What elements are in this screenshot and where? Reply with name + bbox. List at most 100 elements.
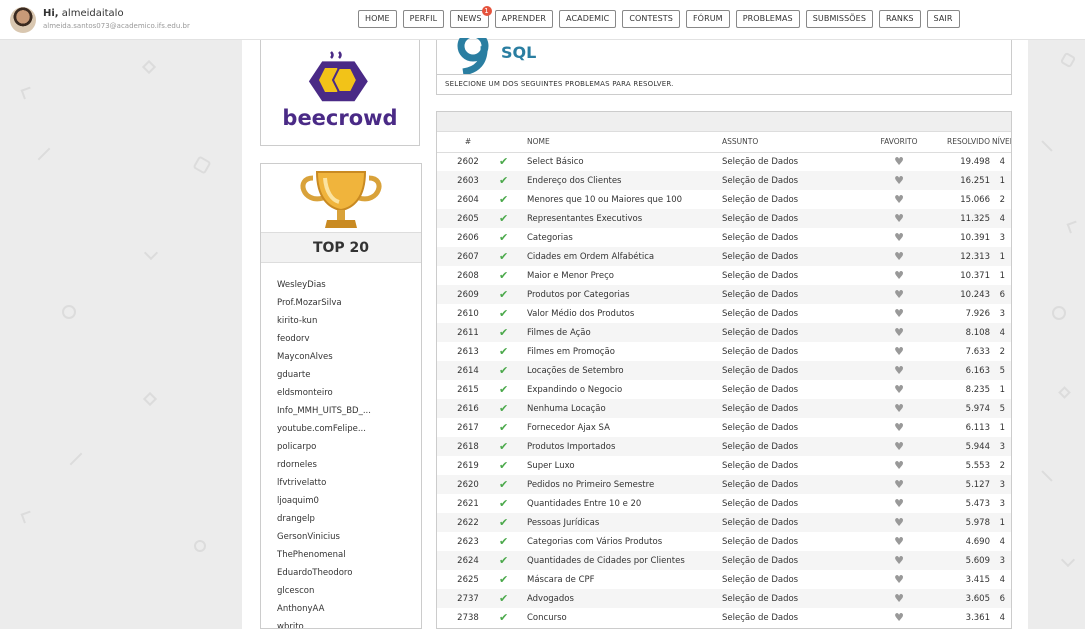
nav-news-button[interactable]: NEWS 1: [450, 6, 492, 28]
table-row[interactable]: 2606 ✔ Categorias Seleção de Dados ♥ 10.391 3: [437, 228, 1011, 247]
problem-id[interactable]: 2602: [437, 152, 499, 171]
heart-icon-glyph[interactable]: ♥: [894, 231, 904, 244]
problem-name-link[interactable]: Produtos por Categorias: [525, 285, 722, 304]
table-row[interactable]: 2610 ✔ Valor Médio dos Produtos Seleção de …: [437, 304, 1011, 323]
heart-icon-glyph[interactable]: ♥: [894, 193, 904, 206]
heart-icon[interactable]: ♥: [864, 589, 934, 608]
table-row[interactable]: 2608 ✔ Maior e Menor Preço Seleção de Dados…: [437, 266, 1011, 285]
problem-id[interactable]: 2619: [437, 456, 499, 475]
heart-icon[interactable]: ♥: [864, 266, 934, 285]
problem-name-link[interactable]: Locações de Setembro: [525, 361, 722, 380]
ranking-user-link[interactable]: kirito-kun: [277, 312, 371, 330]
heart-icon[interactable]: ♥: [864, 228, 934, 247]
heart-icon-glyph[interactable]: ♥: [894, 440, 904, 453]
col-header-solved[interactable]: RESOLVIDO: [934, 132, 992, 153]
heart-icon-glyph[interactable]: ♥: [894, 250, 904, 263]
problem-id[interactable]: 2622: [437, 513, 499, 532]
table-row[interactable]: 2607 ✔ Cidades em Ordem Alfabética Seleção …: [437, 247, 1011, 266]
problem-name-link[interactable]: Quantidades Entre 10 e 20: [525, 494, 722, 513]
problem-id[interactable]: 2604: [437, 190, 499, 209]
ranking-user-link[interactable]: AnthonyAA: [277, 600, 371, 618]
problem-name-link[interactable]: Categorias com Vários Produtos: [525, 532, 722, 551]
heart-icon-glyph[interactable]: ♥: [894, 307, 904, 320]
heart-icon[interactable]: ♥: [864, 323, 934, 342]
heart-icon-glyph[interactable]: ♥: [894, 288, 904, 301]
ranking-user-link[interactable]: glcescon: [277, 582, 371, 600]
table-row[interactable]: 2618 ✔ Produtos Importados Seleção de Dados…: [437, 437, 1011, 456]
col-header-subject[interactable]: ASSUNTO: [722, 132, 864, 153]
heart-icon[interactable]: ♥: [864, 152, 934, 171]
problem-id[interactable]: 2606: [437, 228, 499, 247]
heart-icon-glyph[interactable]: ♥: [894, 402, 904, 415]
table-row[interactable]: 2604 ✔ Menores que 10 ou Maiores que 100 Se…: [437, 190, 1011, 209]
heart-icon[interactable]: ♥: [864, 532, 934, 551]
heart-icon-glyph[interactable]: ♥: [894, 478, 904, 491]
problem-name-link[interactable]: Categorias: [525, 228, 722, 247]
problem-id[interactable]: 2621: [437, 494, 499, 513]
nav-submissoes-button[interactable]: SUBMISSÕES: [805, 10, 874, 28]
problem-id[interactable]: 2620: [437, 475, 499, 494]
heart-icon-glyph[interactable]: ♥: [894, 269, 904, 282]
problem-id[interactable]: 2613: [437, 342, 499, 361]
ranking-user-link[interactable]: ljoaquim0: [277, 492, 371, 510]
table-row[interactable]: 2738 ✔ Concurso Seleção de Dados ♥ 3.361 4: [437, 608, 1011, 627]
problem-name-link[interactable]: Produtos Importados: [525, 437, 722, 456]
ranking-user-link[interactable]: lfvtrivelatto: [277, 474, 371, 492]
col-header-favorite[interactable]: FAVORITO: [864, 132, 934, 153]
ranking-user-link[interactable]: GersonVinicius: [277, 528, 371, 546]
heart-icon[interactable]: ♥: [864, 475, 934, 494]
ranking-user-link[interactable]: rdorneles: [277, 456, 371, 474]
ranking-user-link[interactable]: gduarte: [277, 366, 371, 384]
problem-id[interactable]: 2614: [437, 361, 499, 380]
table-row[interactable]: 2621 ✔ Quantidades Entre 10 e 20 Seleção de…: [437, 494, 1011, 513]
problem-name-link[interactable]: Representantes Executivos: [525, 209, 722, 228]
problem-id[interactable]: 2611: [437, 323, 499, 342]
table-row[interactable]: 2611 ✔ Filmes de Ação Seleção de Dados ♥ 8.10…: [437, 323, 1011, 342]
nav-home-button[interactable]: HOME: [358, 10, 397, 28]
heart-icon[interactable]: ♥: [864, 456, 934, 475]
problem-name-link[interactable]: Máscara de CPF: [525, 570, 722, 589]
heart-icon[interactable]: ♥: [864, 361, 934, 380]
table-row[interactable]: 2617 ✔ Fornecedor Ajax SA Seleção de Dados ♥…: [437, 418, 1011, 437]
problem-id[interactable]: 2618: [437, 437, 499, 456]
table-row[interactable]: 2609 ✔ Produtos por Categorias Seleção de D…: [437, 285, 1011, 304]
ranking-user-link[interactable]: youtube.comFelipe...: [277, 420, 371, 438]
heart-icon[interactable]: ♥: [864, 399, 934, 418]
table-row[interactable]: 2603 ✔ Endereço dos Clientes Seleção de Dad…: [437, 171, 1011, 190]
problem-id[interactable]: 2615: [437, 380, 499, 399]
ranking-user-link[interactable]: Prof.MozarSilva: [277, 294, 371, 312]
heart-icon[interactable]: ♥: [864, 209, 934, 228]
problem-name-link[interactable]: Super Luxo: [525, 456, 722, 475]
logo-card[interactable]: beecrowd: [260, 40, 420, 146]
nav-sair-button[interactable]: SAIR: [926, 10, 960, 28]
heart-icon-glyph[interactable]: ♥: [894, 212, 904, 225]
problem-id[interactable]: 2607: [437, 247, 499, 266]
problem-id[interactable]: 2609: [437, 285, 499, 304]
nav-ranks-button[interactable]: RANKS: [879, 10, 921, 28]
problem-id[interactable]: 2610: [437, 304, 499, 323]
heart-icon[interactable]: ♥: [864, 285, 934, 304]
username[interactable]: almeidaitalo: [62, 8, 124, 19]
table-row[interactable]: 2620 ✔ Pedidos no Primeiro Semestre Seleção…: [437, 475, 1011, 494]
problem-id[interactable]: 2625: [437, 570, 499, 589]
table-row[interactable]: 2737 ✔ Advogados Seleção de Dados ♥ 3.605 6: [437, 589, 1011, 608]
problem-name-link[interactable]: Filmes em Promoção: [525, 342, 722, 361]
heart-icon[interactable]: ♥: [864, 513, 934, 532]
col-header-id[interactable]: #: [437, 132, 499, 153]
problem-id[interactable]: 2603: [437, 171, 499, 190]
nav-problemas-button[interactable]: PROBLEMAS: [735, 10, 800, 28]
ranking-user-link[interactable]: EduardoTheodoro: [277, 564, 371, 582]
heart-icon-glyph[interactable]: ♥: [894, 573, 904, 586]
problem-id[interactable]: 2623: [437, 532, 499, 551]
table-row[interactable]: 2619 ✔ Super Luxo Seleção de Dados ♥ 5.553 2: [437, 456, 1011, 475]
problem-name-link[interactable]: Fornecedor Ajax SA: [525, 418, 722, 437]
heart-icon-glyph[interactable]: ♥: [894, 459, 904, 472]
table-row[interactable]: 2605 ✔ Representantes Executivos Seleção de…: [437, 209, 1011, 228]
ranking-user-link[interactable]: feodorv: [277, 330, 371, 348]
table-row[interactable]: 2614 ✔ Locações de Setembro Seleção de Dado…: [437, 361, 1011, 380]
heart-icon-glyph[interactable]: ♥: [894, 155, 904, 168]
ranking-user-link[interactable]: ThePhenomenal: [277, 546, 371, 564]
ranking-user-link[interactable]: WesleyDias: [277, 276, 371, 294]
heart-icon[interactable]: ♥: [864, 247, 934, 266]
heart-icon[interactable]: ♥: [864, 494, 934, 513]
